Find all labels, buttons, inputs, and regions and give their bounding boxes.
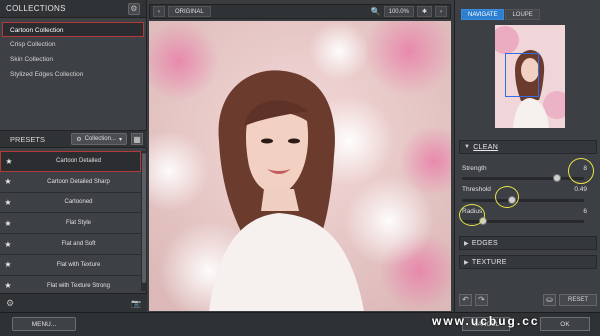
star-icon[interactable]: ★ [0,281,16,290]
viewport-rectangle[interactable] [505,53,539,97]
collection-dropdown-label: Collection... [84,136,116,142]
watermark: www.ucbug.cc [432,314,540,328]
portrait-image [149,21,451,311]
canvas-toolbar: ‹ ORIGINAL 🔍 100.0% ✱ › [149,4,451,19]
star-icon[interactable]: ★ [0,219,16,228]
collections-title: COLLECTIONS [6,4,66,13]
gear-icon[interactable]: ⚙ [128,2,140,15]
zoom-controls: 🔍 100.0% ✱ › [371,6,447,17]
collection-item-skin[interactable]: Skin Collection [0,52,146,67]
presets-title: PRESETS [10,134,46,144]
preset-item[interactable]: ★ Flat and Soft [0,234,141,255]
preset-item[interactable]: ★ Cartoon Detailed Sharp [0,172,141,193]
star-icon[interactable]: ★ [0,177,16,186]
strength-slider-knob[interactable] [553,174,562,182]
image-canvas[interactable] [149,21,451,311]
preset-scrollbar[interactable] [141,151,147,291]
chevron-down-icon: ▾ [118,136,122,143]
ok-button[interactable]: OK [540,317,590,331]
preset-label: Cartoon Detailed Sharp [47,178,110,185]
threshold-label: Threshold [462,186,491,193]
section-edges-header[interactable]: ▶ EDGES [459,236,597,250]
search-icon[interactable]: 🔍 [371,7,381,16]
right-panel: NAVIGATE LOUPE ▼ CLEAN Strength 8 Thresh… [454,0,600,312]
preset-label: Flat and Soft [61,241,96,248]
section-edges-label: EDGES [471,239,498,247]
chevron-down-icon: ▼ [464,144,471,150]
presets-header: PRESETS ⚙ Collection... ▾ ▦ [0,130,147,148]
preset-item[interactable]: ★ Cartoon Detailed [0,151,141,172]
preset-label: Cartoon Detailed [55,158,102,165]
preset-item[interactable]: ★ Cartooned [0,193,141,214]
zoom-level[interactable]: 100.0% [383,6,414,17]
collection-dropdown[interactable]: ⚙ Collection... ▾ [71,133,127,145]
star-icon[interactable]: ★ [0,198,16,207]
navigator-tabs: NAVIGATE LOUPE [461,9,540,20]
preset-item[interactable]: ★ Flat with Texture [0,255,141,276]
preset-label: Cartooned [64,199,93,206]
lightbulb-icon[interactable]: ✱ [416,6,432,17]
collapse-right-button[interactable]: › [435,6,447,17]
chevron-right-icon: ▶ [464,240,469,247]
strength-slider[interactable] [462,174,584,182]
preset-label: Flat with Texture [56,261,101,268]
highlight-circle [459,204,485,226]
menu-button[interactable]: MENU... [12,317,76,331]
preset-item[interactable]: ★ Flat Style [0,213,141,235]
undo-icon[interactable]: ↶ [459,293,472,306]
tab-navigate[interactable]: NAVIGATE [461,9,505,20]
scrollbar-thumb[interactable] [142,153,146,283]
collections-header: COLLECTIONS ⚙ [0,0,146,18]
star-icon[interactable]: ★ [0,260,16,269]
preset-label: Flat with Texture Strong [47,282,110,289]
highlight-circle [568,158,594,184]
collections-list: Cartoon Collection Crisp Collection Skin… [0,18,146,82]
section-texture-label: TEXTURE [471,258,507,266]
collection-item-stylized-edges[interactable]: Stylized Edges Collection [0,67,146,82]
original-button[interactable]: ORIGINAL [168,6,211,17]
navigator-thumbnail[interactable] [495,25,565,128]
collection-item-crisp[interactable]: Crisp Collection [0,37,146,52]
radius-value[interactable]: 6 [583,208,587,215]
right-footer: ↶ ↷ ⛀ RESET [459,292,597,307]
strength-label: Strength [462,165,487,172]
preset-label: Flat Style [65,220,91,227]
threshold-value[interactable]: 0.49 [574,186,587,193]
gear-icon: ⚙ [76,136,82,143]
reset-button[interactable]: RESET [559,293,597,306]
gear-icon[interactable]: ⚙ [6,298,14,309]
highlight-circle [495,186,519,208]
collection-item-cartoon[interactable]: Cartoon Collection [2,22,144,37]
preset-list: ★ Cartoon Detailed ★ Cartoon Detailed Shar… [0,151,141,297]
left-panel: COLLECTIONS ⚙ Cartoon Collection Crisp C… [0,0,147,312]
chevron-right-icon: ▶ [464,259,469,266]
left-footer: ⚙ 📷 [0,293,147,312]
section-clean-label: CLEAN [473,143,499,151]
star-icon[interactable]: ★ [0,240,16,249]
grid-view-icon[interactable]: ▦ [131,133,143,145]
tab-loupe[interactable]: LOUPE [505,9,540,20]
threshold-slider[interactable] [462,196,584,204]
paint-bucket-icon[interactable]: ⛀ [543,293,556,306]
section-clean-header[interactable]: ▼ CLEAN [459,140,597,154]
redo-icon[interactable]: ↷ [475,293,488,306]
collapse-left-button[interactable]: ‹ [153,6,165,17]
camera-icon[interactable]: 📷 [131,299,141,308]
star-icon[interactable]: ★ [1,157,17,166]
section-texture-header[interactable]: ▶ TEXTURE [459,255,597,269]
